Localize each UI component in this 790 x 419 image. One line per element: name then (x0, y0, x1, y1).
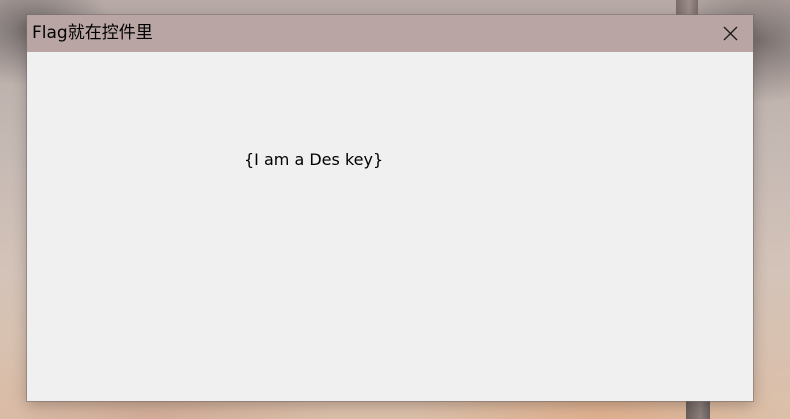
close-icon (723, 26, 738, 41)
client-area: {I am a Des key} (27, 52, 753, 401)
close-button[interactable] (707, 15, 753, 52)
dialog-window: Flag就在控件里 {I am a Des key} (27, 15, 753, 401)
desktop-wallpaper-detail (676, 0, 698, 16)
title-bar[interactable]: Flag就在控件里 (27, 15, 753, 52)
flag-label: {I am a Des key} (244, 150, 384, 169)
window-title: Flag就在控件里 (32, 23, 153, 43)
